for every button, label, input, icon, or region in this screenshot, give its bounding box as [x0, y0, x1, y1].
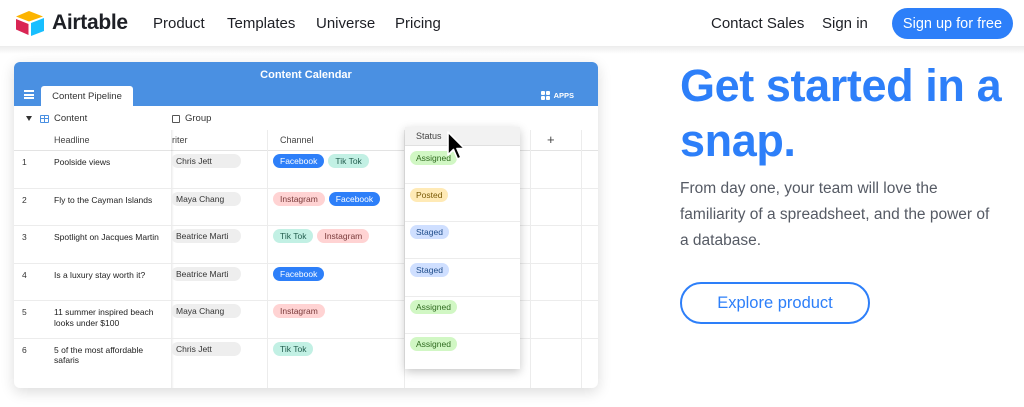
group-label: Group [185, 113, 212, 124]
menu-icon[interactable] [24, 90, 34, 99]
caret-down-icon [26, 116, 32, 121]
headline-cell[interactable]: Fly to the Cayman Islands [54, 195, 166, 206]
channel-chip: Tik Tok [273, 341, 314, 356]
headline-cell[interactable]: Spotlight on Jacques Martin [54, 232, 166, 243]
status-pill[interactable]: Assigned [410, 300, 457, 314]
column-header-writer[interactable]: riter [172, 130, 188, 150]
channel-cell[interactable]: Tik Tok [273, 341, 314, 356]
nav-link-sign-in[interactable]: Sign in [822, 15, 868, 32]
apps-label: APPS [553, 91, 574, 100]
row-number: 5 [22, 307, 27, 317]
nav-link-product[interactable]: Product [153, 15, 205, 32]
row-divider [405, 333, 520, 334]
channel-cell[interactable]: Facebook [273, 266, 325, 281]
cursor-icon [447, 131, 466, 160]
tab-content-pipeline[interactable]: Content Pipeline [41, 86, 133, 107]
headline-cell[interactable]: Poolside views [54, 157, 166, 168]
writer-chip[interactable]: Maya Chang [171, 304, 241, 318]
status-pill[interactable]: Staged [410, 262, 449, 277]
status-pill[interactable]: Assigned [410, 337, 457, 351]
apps-grid-icon [540, 91, 550, 100]
nav-link-pricing[interactable]: Pricing [395, 15, 441, 32]
view-switcher[interactable]: Content [26, 113, 87, 124]
writer-chip[interactable]: Chris Jett [171, 341, 241, 356]
app-header: Content Calendar Content Pipeline APPS [14, 62, 598, 107]
row-divider [405, 183, 520, 184]
channel-chip: Instagram [317, 229, 370, 243]
status-pill[interactable]: Staged [410, 225, 449, 239]
headline-cell[interactable]: Is a luxury stay worth it? [54, 270, 166, 281]
headline-cell[interactable]: 11 summer inspired beach looks under $10… [54, 307, 166, 328]
channel-cell[interactable]: Instagram [273, 304, 325, 318]
nav-link-templates[interactable]: Templates [227, 15, 295, 32]
add-field-button[interactable]: + [547, 132, 555, 147]
row-number: 4 [22, 269, 27, 280]
row-divider [405, 295, 520, 297]
group-button[interactable]: Group [172, 113, 211, 124]
channel-cell[interactable]: Tik Tok Instagram [273, 229, 370, 243]
signup-button[interactable]: Sign up for free [892, 8, 1013, 39]
top-nav: Airtable Product Templates Universe Pric… [0, 0, 1024, 46]
airtable-logo-icon [16, 11, 44, 36]
row-divider [405, 220, 520, 222]
row-number: 6 [22, 344, 27, 355]
base-title: Content Calendar [260, 69, 352, 81]
hero-title: Get started in a snap. [680, 60, 1002, 166]
row-number: 1 [22, 157, 27, 167]
channel-chip: Facebook [273, 266, 325, 281]
writer-chip[interactable]: Beatrice Marti [171, 229, 241, 243]
channel-chip: Tik Tok [328, 154, 369, 168]
row-number: 2 [22, 194, 27, 205]
group-icon [172, 114, 180, 123]
column-header-headline[interactable]: Headline [54, 130, 90, 150]
row-divider [405, 258, 520, 259]
hero-description: From day one, your team will love the fa… [680, 180, 990, 249]
channel-chip: Facebook [328, 191, 381, 206]
brand-name: Airtable [52, 11, 128, 34]
apps-button[interactable]: APPS [540, 91, 574, 100]
channel-cell[interactable]: Facebook Tik Tok [273, 154, 369, 168]
channel-cell[interactable]: Instagram Facebook [273, 191, 381, 206]
status-column-dragging[interactable]: Status Assigned Posted Staged Staged Ass… [405, 127, 520, 369]
nav-link-universe[interactable]: Universe [316, 15, 375, 32]
status-pill[interactable]: Posted [410, 188, 449, 202]
writer-chip[interactable]: Chris Jett [171, 154, 241, 168]
row-number: 3 [22, 232, 27, 242]
column-header-channel[interactable]: Channel [280, 130, 314, 150]
grid-view-icon [40, 114, 49, 123]
brand-logo[interactable]: Airtable [14, 9, 128, 37]
channel-chip: Facebook [273, 154, 325, 168]
channel-chip: Instagram [273, 191, 325, 206]
nav-divider [0, 46, 1024, 54]
channel-chip: Tik Tok [273, 229, 314, 243]
view-name: Content [54, 113, 88, 124]
nav-link-contact-sales[interactable]: Contact Sales [711, 15, 804, 32]
explore-product-button[interactable]: Explore product [680, 282, 870, 324]
writer-chip[interactable]: Maya Chang [171, 191, 241, 206]
writer-chip[interactable]: Beatrice Marti [171, 266, 241, 281]
headline-cell[interactable]: 5 of the most affordable safaris [54, 345, 166, 366]
channel-chip: Instagram [273, 304, 325, 318]
